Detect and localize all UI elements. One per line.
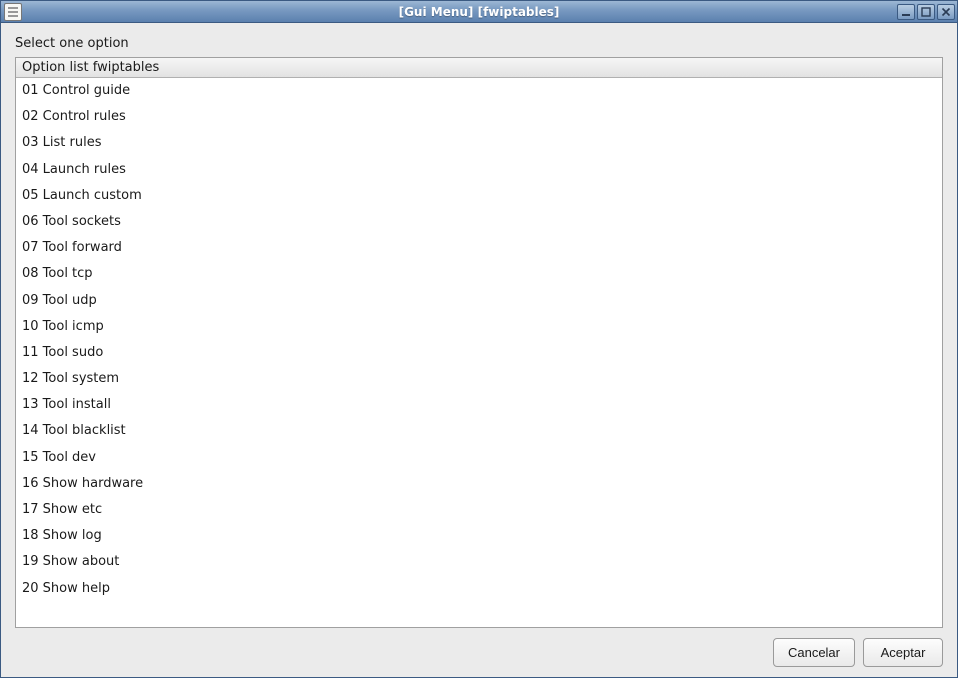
list-item[interactable]: 15 Tool dev — [16, 445, 942, 471]
close-icon — [941, 7, 951, 17]
list-item[interactable]: 06 Tool sockets — [16, 209, 942, 235]
cancel-button[interactable]: Cancelar — [773, 638, 855, 667]
list-item[interactable]: 04 Launch rules — [16, 157, 942, 183]
list-item[interactable]: 02 Control rules — [16, 104, 942, 130]
dialog-window: [Gui Menu] [fwiptables] Select one opt — [0, 0, 958, 678]
list-item[interactable]: 16 Show hardware — [16, 471, 942, 497]
app-icon — [4, 3, 22, 21]
prompt-label: Select one option — [15, 36, 943, 51]
accept-button[interactable]: Aceptar — [863, 638, 943, 667]
option-list-frame: Option list fwiptables 01 Control guide0… — [15, 57, 943, 628]
list-item[interactable]: 19 Show about — [16, 549, 942, 575]
minimize-icon — [901, 7, 911, 17]
list-item[interactable]: 10 Tool icmp — [16, 314, 942, 340]
option-list[interactable]: 01 Control guide02 Control rules03 List … — [16, 78, 942, 627]
close-button[interactable] — [937, 4, 955, 20]
list-item[interactable]: 07 Tool forward — [16, 235, 942, 261]
option-list-header[interactable]: Option list fwiptables — [16, 58, 942, 78]
list-item[interactable]: 03 List rules — [16, 130, 942, 156]
list-item[interactable]: 14 Tool blacklist — [16, 418, 942, 444]
list-item[interactable]: 13 Tool install — [16, 392, 942, 418]
list-item[interactable]: 20 Show help — [16, 576, 942, 602]
window-controls — [897, 4, 955, 20]
list-item[interactable]: 05 Launch custom — [16, 183, 942, 209]
list-item[interactable]: 12 Tool system — [16, 366, 942, 392]
list-item[interactable]: 18 Show log — [16, 523, 942, 549]
dialog-content: Select one option Option list fwiptables… — [1, 23, 957, 677]
maximize-button[interactable] — [917, 4, 935, 20]
maximize-icon — [921, 7, 931, 17]
window-title: [Gui Menu] [fwiptables] — [1, 5, 957, 19]
list-item[interactable]: 17 Show etc — [16, 497, 942, 523]
minimize-button[interactable] — [897, 4, 915, 20]
titlebar[interactable]: [Gui Menu] [fwiptables] — [1, 1, 957, 23]
button-row: Cancelar Aceptar — [15, 628, 943, 667]
list-item[interactable]: 08 Tool tcp — [16, 261, 942, 287]
list-item[interactable]: 11 Tool sudo — [16, 340, 942, 366]
list-item[interactable]: 09 Tool udp — [16, 288, 942, 314]
list-item[interactable]: 01 Control guide — [16, 78, 942, 104]
